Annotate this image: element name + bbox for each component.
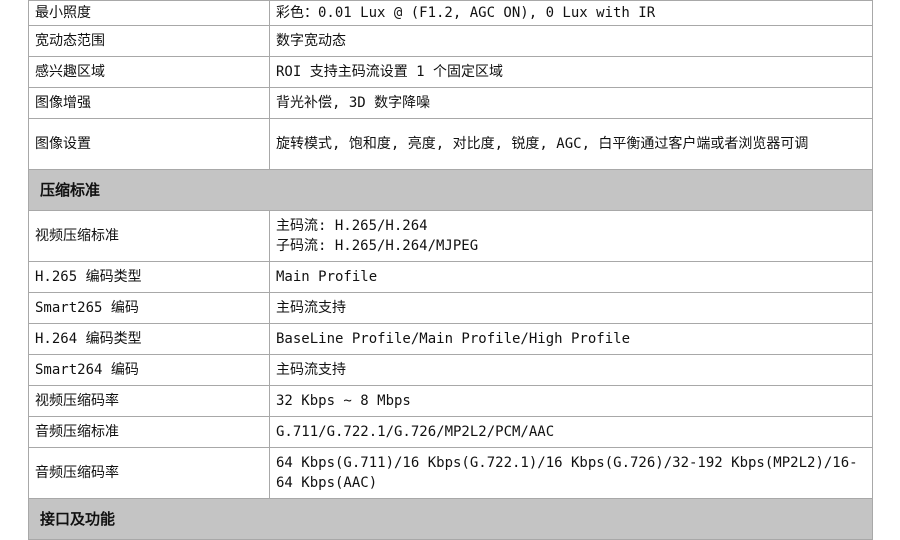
row-value: 背光补偿, 3D 数字降噪 <box>269 87 873 119</box>
table-row: Smart264 编码 主码流支持 <box>28 354 873 386</box>
section-title: 接口及功能 <box>28 498 873 540</box>
row-label: 宽动态范围 <box>28 25 270 57</box>
row-value: Main Profile <box>269 261 873 293</box>
row-value: 主码流支持 <box>269 354 873 386</box>
row-value: 主码流: H.265/H.264 子码流: H.265/H.264/MJPEG <box>269 210 873 262</box>
row-label: 图像设置 <box>28 118 270 170</box>
row-label: 图像增强 <box>28 87 270 119</box>
table-row: 图像增强 背光补偿, 3D 数字降噪 <box>28 87 873 119</box>
row-value: BaseLine Profile/Main Profile/High Profi… <box>269 323 873 355</box>
row-label: H.264 编码类型 <box>28 323 270 355</box>
table-row: 视频压缩码率 32 Kbps ~ 8 Mbps <box>28 385 873 417</box>
section-header: 压缩标准 <box>28 169 873 211</box>
row-value: 64 Kbps(G.711)/16 Kbps(G.722.1)/16 Kbps(… <box>269 447 873 499</box>
row-label: 音频压缩码率 <box>28 447 270 499</box>
spec-table: 最小照度 彩色：0.01 Lux @ (F1.2, AGC ON), 0 Lux… <box>28 0 873 540</box>
row-label: 最小照度 <box>28 0 270 26</box>
row-value: 数字宽动态 <box>269 25 873 57</box>
table-row: 图像设置 旋转模式, 饱和度, 亮度, 对比度, 锐度, AGC, 白平衡通过客… <box>28 118 873 170</box>
section-title: 压缩标准 <box>28 169 873 211</box>
row-label: 视频压缩码率 <box>28 385 270 417</box>
row-value: 旋转模式, 饱和度, 亮度, 对比度, 锐度, AGC, 白平衡通过客户端或者浏… <box>269 118 873 170</box>
value-line: 主码流: H.265/H.264 <box>276 218 428 234</box>
row-label: 感兴趣区域 <box>28 56 270 88</box>
row-value: ROI 支持主码流设置 1 个固定区域 <box>269 56 873 88</box>
row-label: Smart264 编码 <box>28 354 270 386</box>
table-row: H.264 编码类型 BaseLine Profile/Main Profile… <box>28 323 873 355</box>
table-row: 宽动态范围 数字宽动态 <box>28 25 873 57</box>
table-row: 感兴趣区域 ROI 支持主码流设置 1 个固定区域 <box>28 56 873 88</box>
table-row: Smart265 编码 主码流支持 <box>28 292 873 324</box>
table-row: 音频压缩码率 64 Kbps(G.711)/16 Kbps(G.722.1)/1… <box>28 447 873 499</box>
table-row: 音频压缩标准 G.711/G.722.1/G.726/MP2L2/PCM/AAC <box>28 416 873 448</box>
row-value: G.711/G.722.1/G.726/MP2L2/PCM/AAC <box>269 416 873 448</box>
row-label: 音频压缩标准 <box>28 416 270 448</box>
table-row: 最小照度 彩色：0.01 Lux @ (F1.2, AGC ON), 0 Lux… <box>28 0 873 26</box>
row-value: 32 Kbps ~ 8 Mbps <box>269 385 873 417</box>
table-row: 视频压缩标准 主码流: H.265/H.264 子码流: H.265/H.264… <box>28 210 873 262</box>
value-line: 子码流: H.265/H.264/MJPEG <box>276 238 479 254</box>
table-row: H.265 编码类型 Main Profile <box>28 261 873 293</box>
row-value: 主码流支持 <box>269 292 873 324</box>
row-value: 彩色：0.01 Lux @ (F1.2, AGC ON), 0 Lux with… <box>269 0 873 26</box>
row-label: 视频压缩标准 <box>28 210 270 262</box>
row-label: H.265 编码类型 <box>28 261 270 293</box>
row-label: Smart265 编码 <box>28 292 270 324</box>
section-header: 接口及功能 <box>28 498 873 540</box>
